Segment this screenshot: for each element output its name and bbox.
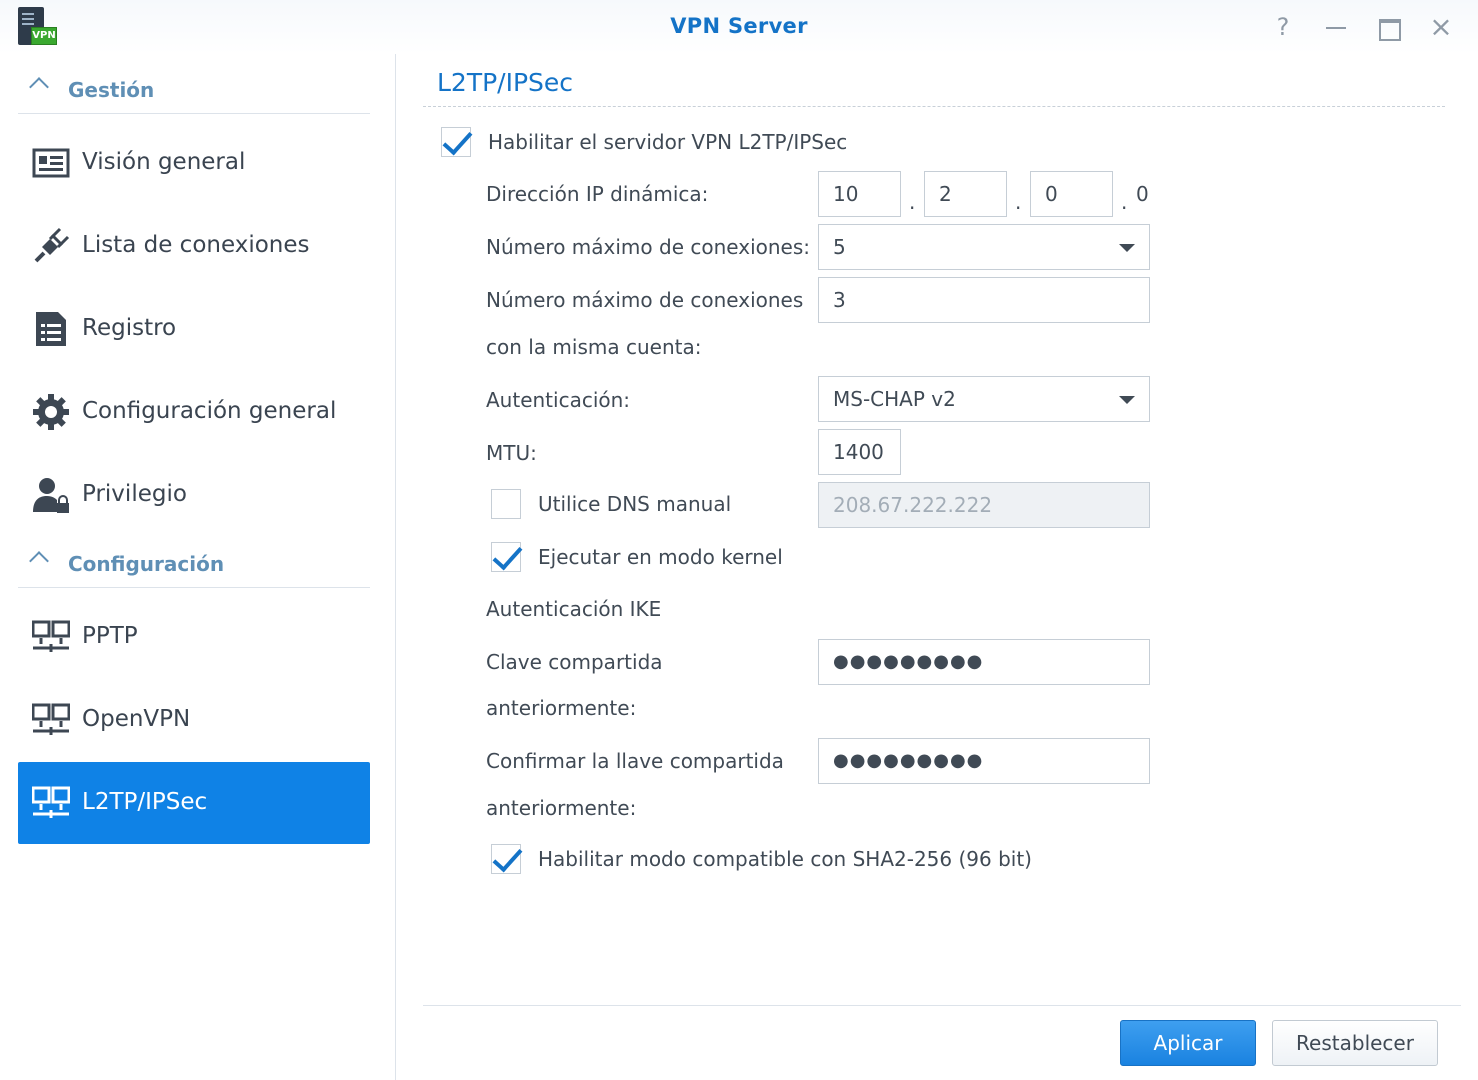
max-connections-select[interactable]: 5 xyxy=(818,224,1150,270)
ip-octet-2-input[interactable]: 2 xyxy=(924,171,1007,217)
ike-auth-heading: Autenticación IKE xyxy=(486,597,662,621)
max-same-account-label-2: con la misma cuenta: xyxy=(486,335,702,359)
psk-input[interactable]: ●●●●●●●●● xyxy=(818,639,1150,685)
content-panel: L2TP/IPSec Habilitar el servidor VPN L2T… xyxy=(397,54,1478,1080)
title-divider xyxy=(423,106,1445,107)
chevron-up-icon xyxy=(29,551,49,571)
ip-octet-4-value: 0 xyxy=(1136,182,1149,206)
minimize-icon[interactable] xyxy=(1318,10,1352,44)
enable-l2tp-label: Habilitar el servidor VPN L2TP/IPSec xyxy=(488,130,848,154)
network-icon xyxy=(32,703,70,735)
kernel-mode-label: Ejecutar en modo kernel xyxy=(538,545,783,569)
auth-label: Autenticación: xyxy=(486,388,631,412)
sidebar-item-label: Visión general xyxy=(82,149,246,175)
sidebar-item-label: OpenVPN xyxy=(82,706,191,732)
max-same-account-input[interactable]: 3 xyxy=(818,277,1150,323)
help-icon[interactable]: ? xyxy=(1266,10,1300,44)
confirm-psk-label: Confirmar la llave compartida xyxy=(486,749,784,773)
ip-octet-3-input[interactable]: 0 xyxy=(1030,171,1113,217)
psk-label-2: anteriormente: xyxy=(486,696,637,720)
confirm-psk-input[interactable]: ●●●●●●●●● xyxy=(818,738,1150,784)
connection-list-icon xyxy=(34,227,70,263)
sidebar: Gestión Visión general Lista de conexion… xyxy=(0,54,396,1080)
manual-dns-label: Utilice DNS manual xyxy=(538,492,732,516)
caret-down-icon xyxy=(1119,396,1135,404)
enable-l2tp-checkbox[interactable] xyxy=(441,127,471,157)
sidebar-section-label: Gestión xyxy=(68,78,155,102)
ip-separator: . xyxy=(909,190,916,214)
sidebar-item-privilege[interactable]: Privilegio xyxy=(18,454,370,536)
kernel-mode-checkbox[interactable] xyxy=(491,542,521,572)
close-icon[interactable]: × xyxy=(1424,10,1458,44)
sha2-label: Habilitar modo compatible con SHA2-256 (… xyxy=(538,847,1032,871)
network-icon xyxy=(32,620,70,652)
sidebar-item-overview[interactable]: Visión general xyxy=(18,122,370,204)
sidebar-section-gestion[interactable]: Gestión xyxy=(18,54,370,114)
sidebar-item-label: Lista de conexiones xyxy=(82,232,310,258)
sidebar-item-l2tp-ipsec[interactable]: L2TP/IPSec xyxy=(18,762,370,844)
user-lock-icon xyxy=(33,478,69,513)
confirm-psk-label-2: anteriormente: xyxy=(486,796,637,820)
window-title: VPN Server xyxy=(670,14,808,38)
mtu-label: MTU: xyxy=(486,441,537,465)
footer-divider xyxy=(423,1005,1461,1006)
ip-separator: . xyxy=(1121,190,1128,214)
caret-down-icon xyxy=(1119,244,1135,252)
auth-value: MS-CHAP v2 xyxy=(833,387,956,411)
ip-separator: . xyxy=(1015,190,1022,214)
manual-dns-input[interactable]: 208.67.222.222 xyxy=(818,482,1150,528)
manual-dns-checkbox[interactable] xyxy=(491,489,521,519)
chevron-up-icon xyxy=(29,77,49,97)
log-icon xyxy=(36,312,66,346)
maximize-icon[interactable] xyxy=(1371,10,1405,44)
sidebar-item-general-settings[interactable]: Configuración general xyxy=(18,371,370,453)
max-connections-value: 5 xyxy=(833,235,846,259)
sidebar-item-connection-list[interactable]: Lista de conexiones xyxy=(18,205,370,287)
sidebar-item-label: Registro xyxy=(82,315,177,341)
sidebar-section-configuracion[interactable]: Configuración xyxy=(18,528,370,588)
sidebar-item-openvpn[interactable]: OpenVPN xyxy=(18,679,370,761)
ip-octet-1-input[interactable]: 10 xyxy=(818,171,901,217)
sidebar-section-label: Configuración xyxy=(68,552,225,576)
max-connections-label: Número máximo de conexiones: xyxy=(486,235,810,259)
apply-button[interactable]: Aplicar xyxy=(1120,1020,1256,1066)
sidebar-item-label: Privilegio xyxy=(82,481,187,507)
sidebar-item-label: PPTP xyxy=(82,623,138,649)
network-icon xyxy=(32,786,70,818)
page-title: L2TP/IPSec xyxy=(437,68,574,97)
overview-icon xyxy=(32,148,70,178)
max-same-account-label: Número máximo de conexiones xyxy=(486,288,804,312)
mtu-input[interactable]: 1400 xyxy=(818,429,901,475)
sidebar-item-label: L2TP/IPSec xyxy=(82,789,208,815)
sidebar-item-pptp[interactable]: PPTP xyxy=(18,596,370,678)
sidebar-item-label: Configuración general xyxy=(82,398,337,424)
gear-icon xyxy=(33,394,69,430)
psk-label: Clave compartida xyxy=(486,650,663,674)
reset-button[interactable]: Restablecer xyxy=(1272,1020,1438,1066)
auth-select[interactable]: MS-CHAP v2 xyxy=(818,376,1150,422)
sha2-checkbox[interactable] xyxy=(491,844,521,874)
sidebar-item-log[interactable]: Registro xyxy=(18,288,370,370)
dynamic-ip-label: Dirección IP dinámica: xyxy=(486,182,709,206)
title-bar: VPN VPN Server ? × xyxy=(0,0,1478,54)
